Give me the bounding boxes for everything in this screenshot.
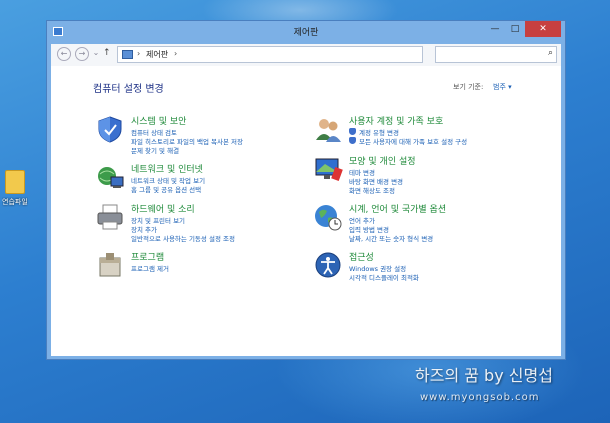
- category-link[interactable]: 일반적으로 사용하는 기동성 설정 조정: [131, 233, 235, 243]
- control-panel-icon: [122, 50, 133, 59]
- system-security-icon[interactable]: [95, 114, 125, 144]
- back-button[interactable]: ←: [57, 47, 71, 61]
- minimize-button[interactable]: —: [485, 21, 505, 37]
- breadcrumb-separator[interactable]: ›: [174, 49, 177, 58]
- close-button[interactable]: ✕: [525, 21, 561, 37]
- printer-icon[interactable]: [95, 202, 125, 232]
- network-icon[interactable]: [95, 162, 125, 192]
- category-link[interactable]: 날짜, 시간 또는 숫자 형식 변경: [349, 233, 433, 243]
- accessibility-icon[interactable]: [313, 250, 343, 280]
- category-link[interactable]: 모든 사용자에 대해 가족 보호 설정 구성: [359, 136, 467, 146]
- category-title[interactable]: 프로그램: [131, 250, 164, 263]
- desktop-folder-label: 연습파일: [2, 198, 28, 206]
- category-link[interactable]: 홈 그룹 및 공유 옵션 선택: [131, 184, 201, 194]
- category-clock-language-region: 시계, 언어 및 국가별 옵션 언어 추가 입력 방법 변경 날짜, 시간 또는…: [313, 202, 553, 243]
- page-title: 컴퓨터 설정 변경: [93, 84, 164, 95]
- watermark-text: 하즈의 꿈 by 신명섭: [415, 366, 553, 385]
- category-network: 네트워크 및 인터넷 네트워크 상태 및 작업 보기 홈 그룹 및 공유 옵션 …: [95, 162, 295, 194]
- category-title[interactable]: 사용자 계정 및 가족 보호: [349, 114, 443, 127]
- view-by-dropdown[interactable]: 범주 ▾: [493, 82, 512, 92]
- watermark-url: www.myongsob.com: [420, 392, 540, 403]
- folder-icon: [5, 170, 25, 194]
- search-input[interactable]: ⌕: [435, 46, 557, 63]
- view-by-label: 보기 기준:: [453, 83, 484, 91]
- navigation-bar: ← → ⌄ ↑ › 제어판 › ⌄ ↻ ⌕: [51, 44, 561, 66]
- forward-button[interactable]: →: [75, 47, 89, 61]
- control-panel-window: 제어판 — □ ✕ ← → ⌄ ↑ › 제어판 › ⌄ ↻ ⌕ 컴퓨터 설정 변…: [46, 20, 566, 360]
- category-title[interactable]: 하드웨어 및 소리: [131, 202, 195, 215]
- appearance-icon[interactable]: [313, 154, 343, 184]
- maximize-button[interactable]: □: [505, 21, 525, 37]
- category-link[interactable]: 문제 찾기 및 해결: [131, 145, 179, 155]
- globe-clock-icon[interactable]: [313, 202, 343, 232]
- category-title[interactable]: 시스템 및 보안: [131, 114, 186, 127]
- uac-shield-icon: [349, 137, 356, 144]
- category-system-security: 시스템 및 보안 컴퓨터 상태 검토 파일 히스토리로 파일의 백업 복사본 저…: [95, 114, 295, 155]
- category-title[interactable]: 접근성: [349, 250, 374, 263]
- category-title[interactable]: 모양 및 개인 설정: [349, 154, 416, 167]
- programs-icon[interactable]: [95, 250, 125, 280]
- recent-pages-chevron-icon[interactable]: ⌄: [91, 47, 101, 61]
- category-hardware-sound: 하드웨어 및 소리 장치 및 프린터 보기 장치 추가 일반적으로 사용하는 기…: [95, 202, 295, 243]
- address-bar[interactable]: › 제어판 › ⌄ ↻: [117, 46, 492, 63]
- breadcrumb-control-panel[interactable]: 제어판: [146, 49, 168, 60]
- uac-shield-icon: [349, 128, 356, 135]
- category-link[interactable]: 시각적 디스플레이 최적화: [349, 272, 419, 282]
- category-appearance: 모양 및 개인 설정 테마 변경 바탕 화면 배경 변경 화면 해상도 조정: [313, 154, 553, 195]
- category-title[interactable]: 시계, 언어 및 국가별 옵션: [349, 202, 446, 215]
- category-link[interactable]: 화면 해상도 조정: [349, 185, 395, 195]
- category-ease-of-access: 접근성 Windows 권장 설정 시각적 디스플레이 최적화: [313, 250, 553, 282]
- category-link[interactable]: 프로그램 제거: [131, 263, 169, 273]
- content-area: 컴퓨터 설정 변경 보기 기준: 범주 ▾ 시스템 및 보안 컴퓨터 상태 검토…: [51, 66, 561, 356]
- category-programs: 프로그램 프로그램 제거: [95, 250, 295, 280]
- desktop-folder[interactable]: 연습파일: [2, 170, 28, 216]
- up-button[interactable]: ↑: [103, 48, 111, 58]
- search-icon[interactable]: ⌕: [548, 48, 553, 58]
- category-user-accounts: 사용자 계정 및 가족 보호 계정 유형 변경 모든 사용자에 대해 가족 보호…: [313, 114, 553, 146]
- title-bar[interactable]: 제어판 — □ ✕: [47, 21, 565, 43]
- category-title[interactable]: 네트워크 및 인터넷: [131, 162, 203, 175]
- user-accounts-icon[interactable]: [313, 114, 343, 144]
- breadcrumb-separator: ›: [137, 49, 141, 58]
